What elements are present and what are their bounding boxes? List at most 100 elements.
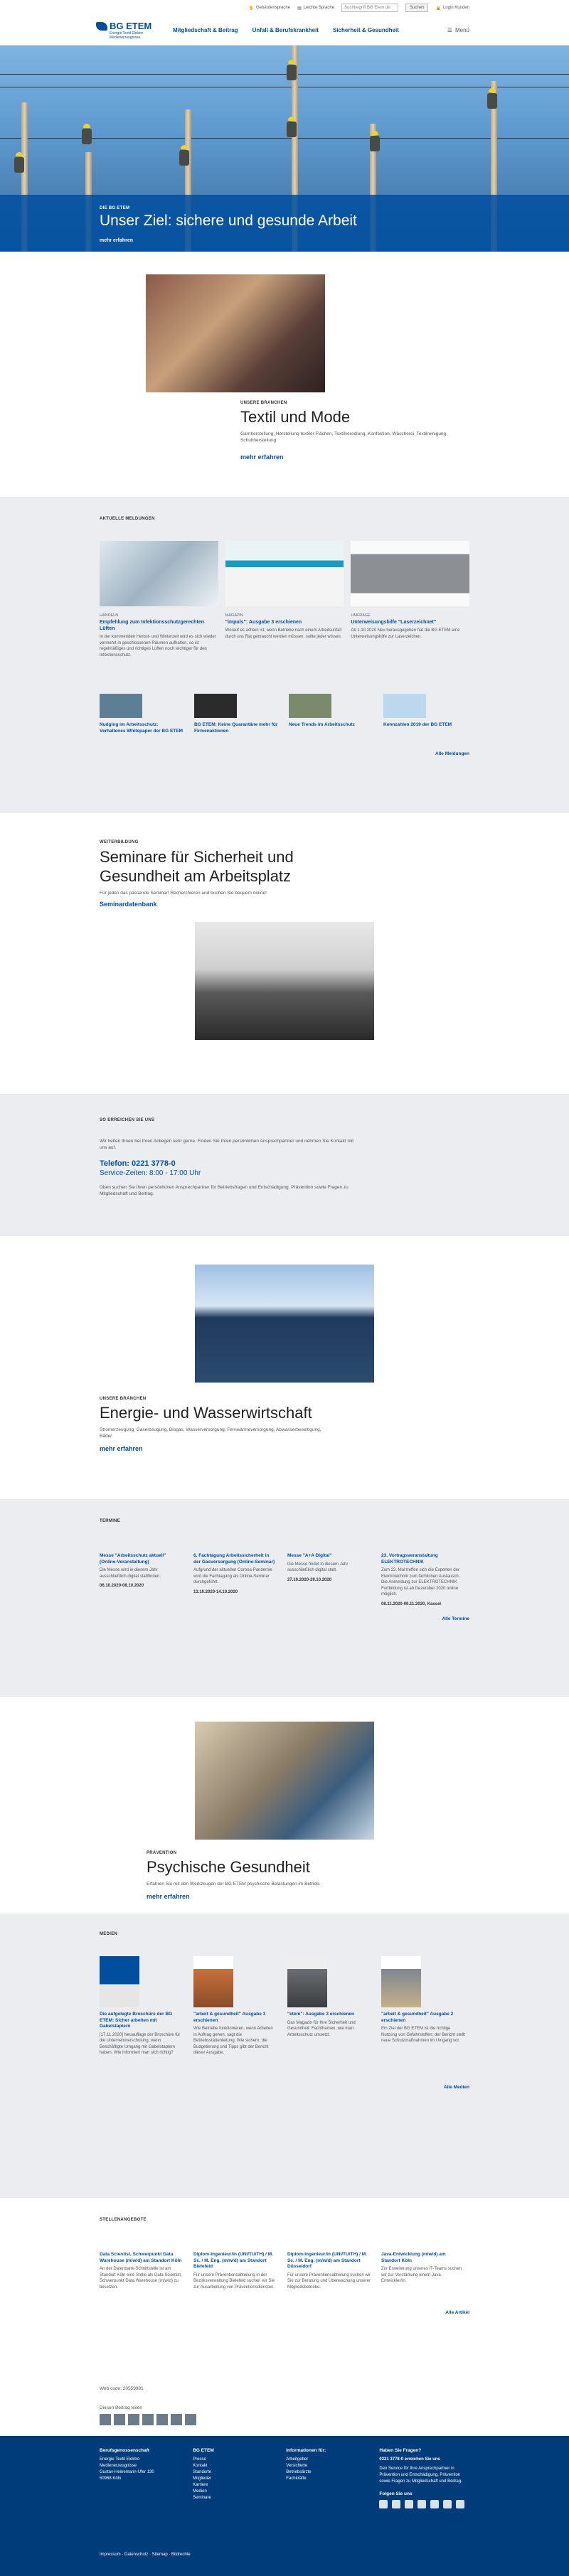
solar-photo	[195, 1265, 374, 1383]
footer-link[interactable]: Mitglieder	[193, 2476, 269, 2482]
all-media-link[interactable]: Alle Medien	[100, 2085, 469, 2090]
event-item[interactable]: Messe "Arbeitsschutz aktuell" (Online-Ve…	[100, 1553, 184, 1606]
job-item[interactable]: Diplom-Ingenieur/in (UNI/TU/TH) / M. Sc.…	[193, 2252, 277, 2290]
news-small-card[interactable]: Kennzahlen 2019 der BG ETEM	[383, 694, 469, 734]
more-link[interactable]: mehr erfahren	[147, 1893, 469, 1900]
event-item[interactable]: Messe "A+A Digital" Die Messe findet in …	[287, 1553, 371, 1606]
login-link[interactable]: 🔒 Login Kunden	[435, 6, 469, 11]
xing-icon[interactable]	[128, 2414, 139, 2425]
share-area: Web code: 20559981 Diesen Beitrag teilen	[100, 2376, 469, 2436]
lock-icon: 🔒	[435, 6, 441, 11]
news-thumb	[100, 694, 142, 718]
media-cover	[100, 1956, 139, 2007]
power-line	[0, 74, 569, 75]
event-item[interactable]: 23. Vortragsveranstaltung ELEKTROTECHNIK…	[381, 1553, 465, 1606]
more-link[interactable]: mehr erfahren	[240, 454, 454, 461]
footer-contact: Haben Sie Fragen? 0221 3778-0 erreichen …	[379, 2447, 469, 2508]
xing-icon[interactable]	[430, 2500, 440, 2508]
footer-link[interactable]: Versicherte	[286, 2463, 362, 2469]
news-card[interactable]: MAGAZIN "impuls": Ausgabe 3 erschienen W…	[225, 541, 344, 658]
job-item[interactable]: Java-Entwicklung (m/w/d) am Standort Köl…	[381, 2252, 465, 2290]
worker	[287, 60, 297, 81]
all-jobs-link[interactable]: Alle Artikel	[100, 2310, 469, 2315]
worker	[487, 88, 497, 109]
news-thumb	[383, 694, 426, 718]
news-small-card[interactable]: BG ETEM: Keine Quarantäne mehr für Firme…	[194, 694, 280, 734]
seminar-db-link[interactable]: Seminardatenbank	[100, 901, 469, 908]
mail-icon[interactable]	[171, 2414, 182, 2425]
utility-bar: ✋ Gebärdensprache ▤ Leichte Sprache Suchbe…	[0, 0, 569, 16]
footer-address: Berufsgenossenschaft Energie Textil Elek…	[100, 2448, 154, 2481]
instagram-icon[interactable]	[418, 2500, 427, 2508]
all-events-link[interactable]: Alle Termine	[100, 1616, 469, 1621]
meeting-photo	[195, 1722, 374, 1840]
whatsapp-icon[interactable]	[156, 2414, 168, 2425]
footer-link[interactable]: Betriebsärzte	[286, 2469, 362, 2476]
footer: Berufsgenossenschaft Energie Textil Elek…	[0, 2436, 569, 2576]
contact-section: SO ERREICHEN SIE UNS Wir helfen Ihnen be…	[0, 1094, 569, 1236]
twitter-icon[interactable]	[100, 2414, 111, 2425]
search-input[interactable]: Suchbegriff BG Etem.de	[341, 4, 399, 12]
worker	[82, 124, 92, 145]
news-card[interactable]: HANDELN Empfehlung zum Infektionsschutzg…	[100, 541, 218, 658]
youtube-icon[interactable]	[379, 2500, 388, 2508]
easy-language-link[interactable]: ▤ Leichte Sprache	[297, 6, 334, 11]
linkedin-icon[interactable]	[443, 2500, 452, 2508]
facebook-icon[interactable]	[392, 2500, 401, 2508]
hero-more-link[interactable]: mehr erfahren	[100, 238, 469, 243]
search-button[interactable]: Suchen	[405, 4, 429, 12]
worker	[179, 145, 189, 166]
media-item[interactable]: "etem": Ausgabe 3 erschienen Das Magazin…	[287, 1956, 371, 2056]
footer-legal[interactable]: Impressum · Datenschutz · Sitemap · Bild…	[100, 2553, 469, 2557]
footer-link[interactable]: Karriere	[193, 2482, 269, 2489]
footer-link[interactable]: Fachkräfte	[286, 2476, 362, 2482]
share-buttons	[100, 2414, 469, 2425]
media-item[interactable]: "arbeit & gesundheit" Ausgabe 3 erschien…	[193, 1956, 277, 2056]
logo[interactable]: BG ETEM Energie Textil Elektro Medienerz…	[96, 21, 166, 40]
footer-audiences: Informationen für: Arbeitgeber Versicher…	[286, 2447, 362, 2508]
social-links	[379, 2500, 469, 2508]
footer-link[interactable]: Arbeitgeber	[286, 2457, 362, 2463]
contact-phone[interactable]: Telefon: 0221 3778-0	[100, 1159, 469, 1168]
footer-link[interactable]: Seminare	[193, 2495, 269, 2501]
twitter-icon[interactable]	[405, 2500, 414, 2508]
news-small-card[interactable]: Nudging im Arbeitsschutz: Verhaltenes Wh…	[100, 694, 185, 734]
rss-icon[interactable]	[456, 2500, 465, 2508]
news-small-card[interactable]: Neue Trends im Arbeitsschutz	[289, 694, 374, 734]
main-nav: Mitgliedschaft & Beitrag Unfall & Berufs…	[173, 27, 399, 33]
branche-textil: UNSERE BRANCHEN Textil und Mode Garnhers…	[0, 252, 569, 497]
footer-link[interactable]: Medien	[193, 2489, 269, 2495]
hero-caption: DIE BG ETEM Unser Ziel: sichere und gesu…	[0, 195, 569, 252]
seminar-photo	[195, 922, 374, 1040]
media-cover	[381, 1956, 421, 2007]
news-thumb	[194, 694, 237, 718]
textile-photo	[146, 274, 325, 392]
worker	[370, 131, 380, 152]
nav-accident[interactable]: Unfall & Berufskrankheit	[252, 27, 319, 33]
menu-button[interactable]: ☰ Menü	[447, 27, 469, 33]
events-section: TERMINE Messe "Arbeitsschutz aktuell" (O…	[0, 1499, 569, 1697]
job-item[interactable]: Data Scientist, Schwerpunkt Data Warehou…	[100, 2252, 184, 2290]
media-item[interactable]: "arbeit & gesundheit" Ausgabe 2 erschien…	[381, 1956, 465, 2056]
all-news-link[interactable]: Alle Meldungen	[100, 751, 469, 756]
print-icon[interactable]	[185, 2414, 196, 2425]
footer-link[interactable]: Standorte	[193, 2469, 269, 2476]
linkedin-icon[interactable]	[142, 2414, 154, 2425]
event-item[interactable]: 6. Fachtagung Arbeitssicherheit in der G…	[193, 1553, 277, 1606]
section-title: Seminare für Sicherheit und Gesundheit a…	[100, 848, 294, 885]
worker	[14, 152, 24, 173]
seminar-section: WEITERBILDUNG Seminare für Sicherheit un…	[0, 813, 569, 1094]
facebook-icon[interactable]	[114, 2414, 125, 2425]
news-thumb	[289, 694, 331, 718]
footer-link[interactable]: Presse	[193, 2457, 269, 2463]
job-item[interactable]: Diplom-Ingenieur/in (UNI/TU/TH) / M. Sc.…	[287, 2252, 371, 2290]
section-title: Psychische Gesundheit	[147, 1858, 310, 1876]
news-card[interactable]: UMFRAGE Unterweisungshilfe "Laserzeichne…	[351, 541, 470, 658]
nav-safety[interactable]: Sicherheit & Gesundheit	[333, 27, 399, 33]
media-item[interactable]: Die aufgelegte Broschüre der BG ETEM: Si…	[100, 1956, 184, 2056]
sign-language-link[interactable]: ✋ Gebärdensprache	[249, 6, 291, 11]
nav-membership[interactable]: Mitgliedschaft & Beitrag	[173, 27, 238, 33]
footer-link[interactable]: Kontakt	[193, 2463, 269, 2469]
media-cover	[193, 1956, 233, 2007]
more-link[interactable]: mehr erfahren	[100, 1445, 469, 1452]
